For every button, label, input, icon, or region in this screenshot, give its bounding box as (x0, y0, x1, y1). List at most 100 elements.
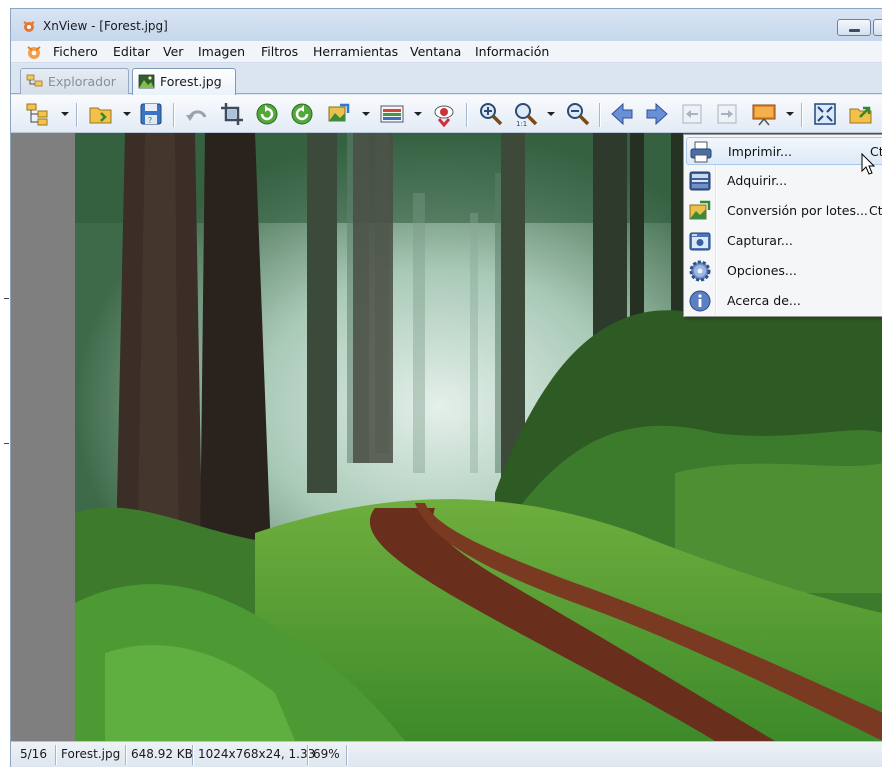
export-button[interactable] (848, 101, 874, 127)
menu-item-conversion-por-lotes[interactable]: Conversión por lotes... Ct (686, 197, 882, 225)
svg-text:?: ? (148, 116, 152, 125)
toolbar-separator (76, 103, 77, 127)
status-separator (55, 745, 56, 765)
rotate-right-icon (291, 103, 313, 125)
xnview-window: XnView - [Forest.jpg] Fichero Editar Ver… (10, 8, 882, 767)
first-page-button[interactable] (679, 101, 705, 127)
rotate-right-button[interactable] (289, 101, 315, 127)
menu-herramientas[interactable]: Herramientas (313, 44, 398, 59)
menu-item-imprimir[interactable]: Imprimir... Ct (686, 137, 882, 165)
adjust-dropdown-arrow[interactable] (414, 112, 422, 116)
explorer-tree-icon (26, 74, 43, 87)
svg-text:1:1: 1:1 (516, 120, 527, 127)
browser-tree-button[interactable] (25, 101, 51, 127)
menu-item-label: Capturar... (727, 233, 793, 248)
red-eye-icon (434, 105, 454, 128)
status-image-position: 5/16 (20, 747, 47, 761)
menu-item-label: Acerca de... (727, 293, 801, 308)
menu-item-label: Conversión por lotes... (727, 203, 868, 218)
menu-item-opciones[interactable]: Opciones... (686, 257, 882, 285)
menu-item-label: Opciones... (727, 263, 797, 278)
status-zoom: 69% (313, 747, 340, 761)
browser-tree-dropdown-arrow[interactable] (61, 112, 69, 116)
tab-strip: Explorador Forest.jpg (11, 64, 882, 95)
undo-button[interactable] (184, 101, 210, 127)
page-forward-icon (717, 104, 737, 124)
toolbar-separator (466, 103, 467, 127)
arrow-right-icon (646, 102, 668, 126)
tab-explorador[interactable]: Explorador (20, 68, 129, 94)
open-folder-dropdown-arrow[interactable] (123, 112, 131, 116)
menu-fichero[interactable]: Fichero (53, 44, 98, 59)
menu-ver[interactable]: Ver (163, 44, 183, 59)
menu-informacion[interactable]: Información (475, 44, 549, 59)
previous-image-button[interactable] (609, 101, 635, 127)
tab-forest-jpg[interactable]: Forest.jpg (132, 68, 236, 95)
scanner-icon (688, 169, 712, 193)
rotate-left-button[interactable] (254, 101, 280, 127)
window-title: XnView - [Forest.jpg] (43, 19, 168, 33)
zoom-out-button[interactable] (565, 101, 591, 127)
slideshow-screen-icon (752, 104, 776, 126)
menu-editar[interactable]: Editar (113, 44, 150, 59)
toolbar-separator (599, 103, 600, 127)
open-folder-icon (89, 107, 112, 124)
tab-forest-jpg-label: Forest.jpg (160, 74, 222, 89)
zoom-dropdown-arrow[interactable] (547, 112, 555, 116)
toolbar-separator (801, 103, 802, 127)
zoom-in-button[interactable] (478, 101, 504, 127)
save-button[interactable]: ? (138, 101, 164, 127)
menu-imagen[interactable]: Imagen (198, 44, 245, 59)
slideshow-button[interactable] (751, 101, 777, 127)
edge-tick-mark (4, 298, 9, 299)
save-disk-icon: ? (140, 103, 162, 125)
title-bar[interactable]: XnView - [Forest.jpg] (11, 9, 882, 41)
slideshow-dropdown-arrow[interactable] (786, 112, 794, 116)
maximize-button[interactable] (873, 19, 882, 36)
arrow-left-icon (611, 102, 633, 126)
undo-icon (186, 110, 207, 121)
last-page-button[interactable] (714, 101, 740, 127)
open-folder-button[interactable] (88, 101, 114, 127)
convert-image-icon (328, 103, 350, 122)
menu-bar: Fichero Editar Ver Imagen Filtros Herram… (11, 41, 882, 63)
next-image-button[interactable] (644, 101, 670, 127)
zoom-fit-button[interactable]: 1:1 (513, 101, 539, 128)
menu-item-adquirir[interactable]: Adquirir... (686, 167, 882, 195)
app-menu-icon[interactable] (26, 44, 42, 60)
menu-ventana[interactable]: Ventana (410, 44, 461, 59)
image-thumbnail-icon (138, 74, 155, 89)
fullscreen-button[interactable] (812, 101, 838, 127)
red-eye-button[interactable] (431, 101, 457, 128)
menu-item-acerca-de[interactable]: Acerca de... (686, 287, 882, 315)
zoom-out-icon (567, 103, 590, 126)
info-icon (688, 289, 712, 313)
fullscreen-icon (814, 103, 836, 125)
edge-tick-mark (4, 443, 9, 444)
status-filesize: 648.92 KB (131, 747, 193, 761)
mouse-cursor-icon (861, 153, 876, 175)
main-toolbar: ? 1:1 (11, 95, 882, 133)
crop-button[interactable] (219, 101, 245, 127)
camera-icon (688, 229, 712, 253)
status-filename: Forest.jpg (61, 747, 121, 761)
convert-dropdown-arrow[interactable] (362, 112, 370, 116)
browser-tree-icon (26, 103, 48, 126)
toolbar-separator (173, 103, 174, 127)
menu-filtros[interactable]: Filtros (261, 44, 298, 59)
status-separator (125, 745, 126, 765)
convert-button[interactable] (326, 101, 352, 127)
rotate-left-icon (256, 103, 278, 125)
menu-item-label: Adquirir... (727, 173, 788, 188)
menu-item-capturar[interactable]: Capturar... (686, 227, 882, 255)
batch-convert-icon (688, 199, 712, 223)
gear-icon (688, 259, 712, 283)
status-separator (346, 745, 347, 765)
status-dimensions: 1024x768x24, 1.33 (198, 747, 316, 761)
xnview-logo-icon (23, 21, 35, 32)
page-back-icon (682, 104, 702, 124)
adjust-button[interactable] (379, 101, 405, 127)
zoom-in-icon (480, 103, 503, 126)
printer-icon (689, 140, 713, 164)
minimize-button[interactable] (837, 19, 871, 36)
